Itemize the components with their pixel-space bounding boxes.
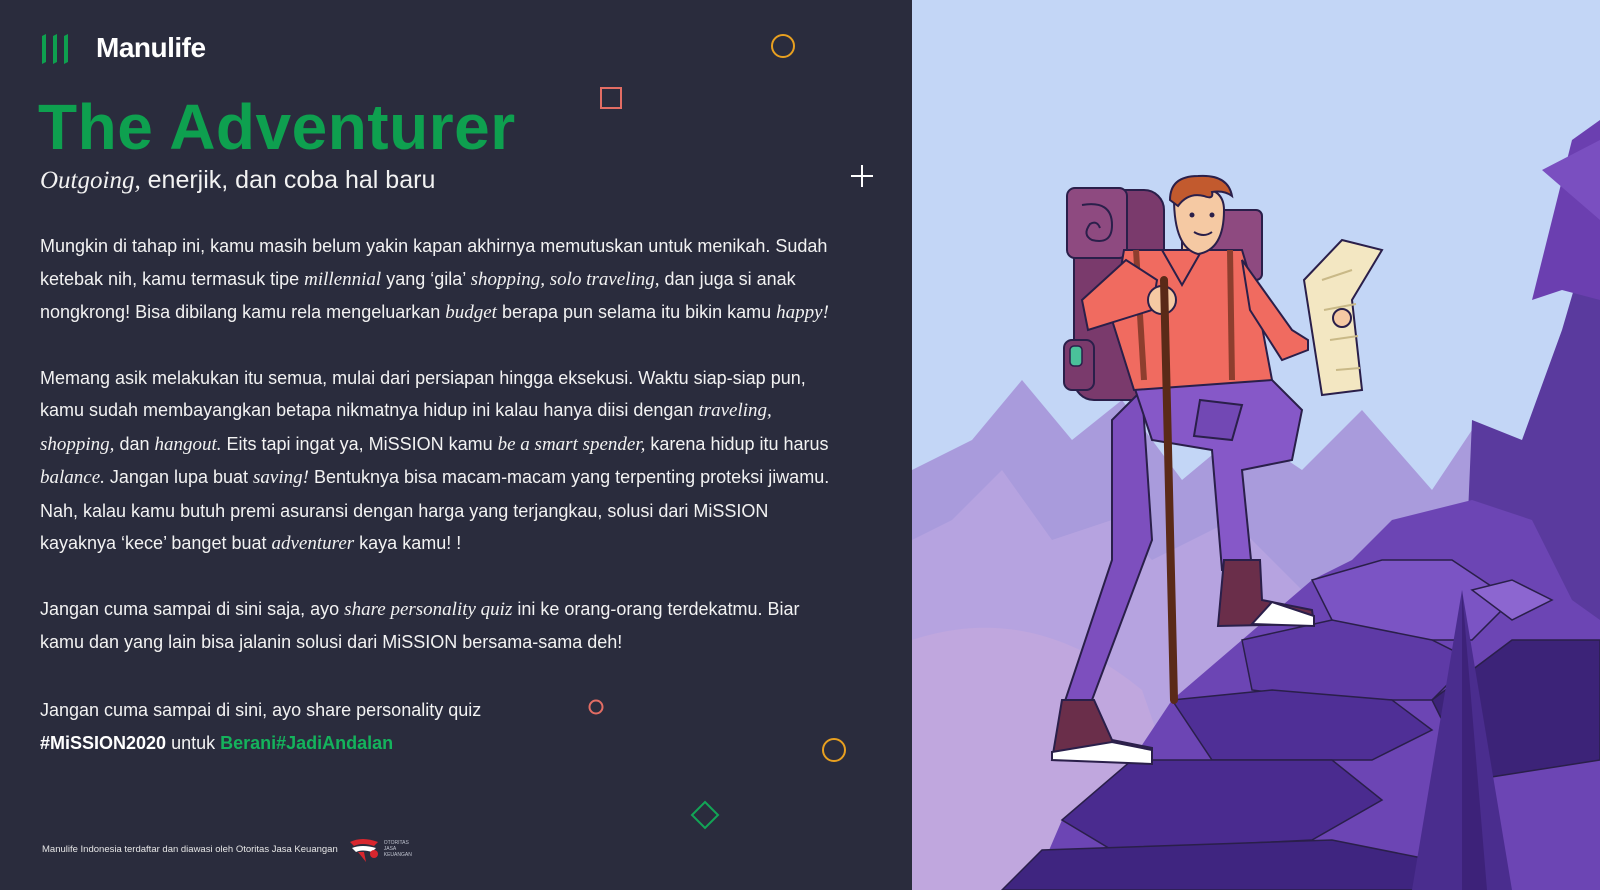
hashtag-line: #MiSSION2020 untuk Berani#JadiAndalan [40,727,481,760]
italic-run: adventurer [271,533,355,554]
ojk-word: KEUANGAN [383,852,412,858]
italic-run: be a smart spender, [497,433,646,455]
text-run: yang ‘gila’ [381,268,471,289]
text-run: dan [114,433,155,454]
subtitle-italic: Outgoing, [40,167,141,194]
small-circle-deco-icon [588,699,604,715]
circle-deco-icon [822,738,846,762]
page: Manulife The Adventurer Outgoing, enerji… [0,0,1600,890]
paragraph-1: Mungkin di tahap ini, kamu masih belum y… [40,230,840,330]
content-panel: Manulife The Adventurer Outgoing, enerji… [0,0,912,890]
body-text: Mungkin di tahap ini, kamu masih belum y… [40,230,840,691]
text-run: Jangan cuma sampai di sini saja, ayo [40,598,345,619]
text-run: berapa pun selama itu bikin kamu [496,302,777,322]
italic-run: shopping, solo traveling, [470,268,660,290]
paragraph-3: Jangan cuma sampai di sini saja, ayo sha… [40,593,840,659]
hiker-illustration [912,120,1600,890]
circle-deco-icon [771,34,795,58]
text-run: kaya kamu! ! [354,533,462,553]
footer-disclaimer: Manulife Indonesia terdaftar dan diawasi… [42,843,338,855]
paragraph-2: Memang asik melakukan itu semua, mulai d… [40,362,840,561]
ojk-wordmark: OTORITAS JASA KEUANGAN [384,840,412,858]
brand-name: Manulife [96,32,206,63]
hashtag-connector: untuk [166,733,221,753]
italic-run: hangout. [154,433,222,455]
text-run: Eits tapi ingat ya, MiSSION kamu [221,433,498,454]
illustration-panel [912,0,1600,890]
page-title: The Adventurer [38,91,516,163]
square-deco-icon [600,87,622,109]
closing-line: Jangan cuma sampai di sini, ayo share pe… [40,700,482,720]
plus-deco-icon [851,165,873,187]
italic-run: balance. [40,467,105,488]
italic-run: saving! [253,467,309,488]
hashtag-mission[interactable]: #MiSSION2020 [40,733,166,753]
text-run: karena hidup itu harus [645,433,829,454]
ojk-logo: OTORITAS JASA KEUANGAN [348,836,412,862]
italic-run: happy! [776,302,829,323]
closing-cta: Jangan cuma sampai di sini, ayo share pe… [40,694,481,760]
hashtag-berani[interactable]: Berani#JadiAndalan [220,733,393,753]
subtitle-rest: enerjik, dan coba hal baru [140,166,436,194]
italic-run: millennial [304,268,382,290]
italic-run: budget [445,302,497,323]
manulife-logo[interactable]: Manulife [40,30,206,66]
ojk-emblem-icon [349,839,378,862]
page-subtitle: Outgoing, enerjik, dan coba hal baru [40,166,435,195]
italic-run: share personality quiz [344,598,513,620]
footer: Manulife Indonesia terdaftar dan diawasi… [42,836,412,862]
text-run: Memang asik melakukan itu semua, mulai d… [40,367,806,421]
diamond-deco-icon [690,800,720,830]
manulife-logo-icon [42,34,68,64]
text-run: Jangan lupa buat [104,467,254,487]
